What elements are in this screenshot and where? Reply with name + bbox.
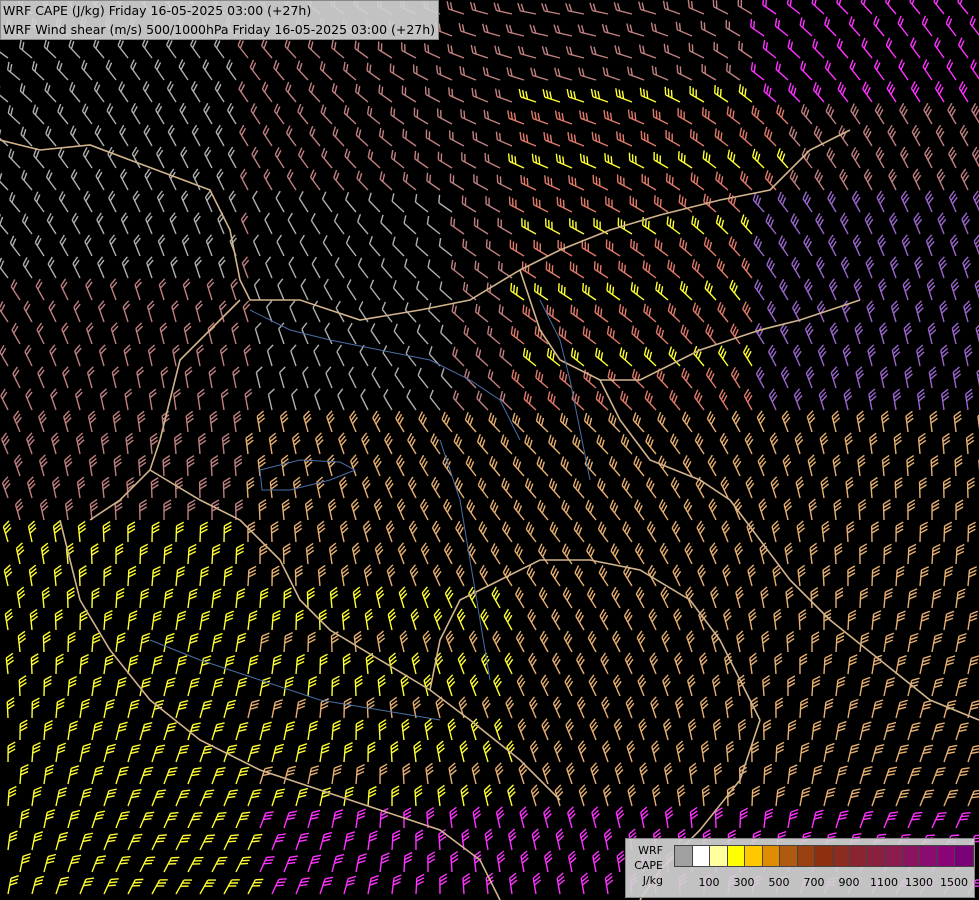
wind-barb-shaft [282,547,285,565]
wind-barb-shaft [150,481,153,499]
wind-barb-shaft [907,547,910,565]
weather-map [0,0,979,900]
wind-barb-shaft [211,547,214,565]
wind-barb-shaft [222,481,225,499]
wind-barb-shaft [294,569,297,587]
wind-barb-shaft [919,525,922,543]
wind-barb-shaft [175,525,178,543]
map-background [0,0,979,900]
wind-barb-shaft [247,569,250,587]
wind-barb-shaft [127,569,130,587]
wind-barb-shaft [90,547,93,565]
wind-barb-shaft [199,525,202,543]
wind-barb-shaft [943,525,946,543]
map-viewer: WRF CAPE (J/kg) Friday 16-05-2025 03:00 … [0,0,979,900]
wind-barb-shaft [871,569,874,587]
wind-barb-shaft [882,503,885,521]
wind-barb-shaft [163,547,166,565]
wind-barb-shaft [139,547,142,565]
wind-barb-shaft [235,547,238,565]
wind-barb-shaft [78,569,81,587]
wind-barb-shaft [66,591,69,609]
